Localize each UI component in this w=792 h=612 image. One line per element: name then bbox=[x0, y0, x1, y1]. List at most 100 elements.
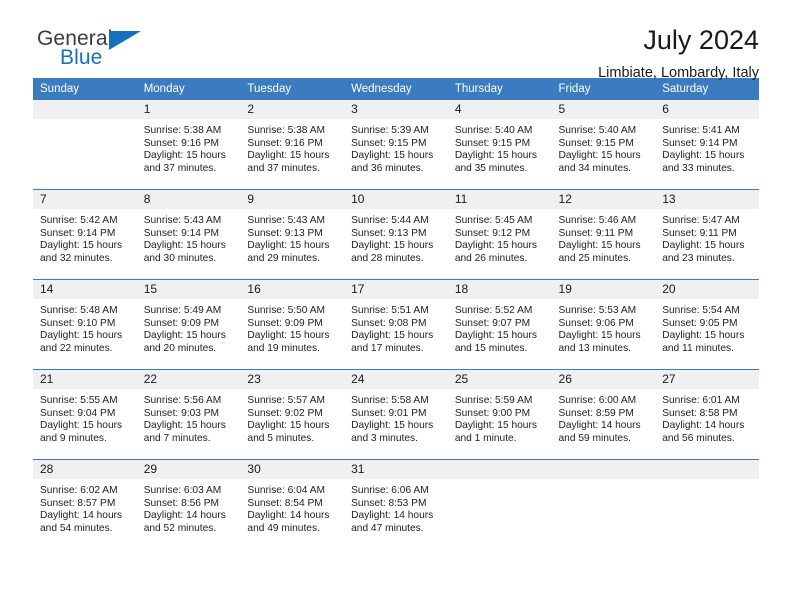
day-cell-content bbox=[655, 460, 759, 549]
day-info-line: Daylight: 15 hours bbox=[143, 420, 226, 432]
day-info-line: Daylight: 15 hours bbox=[40, 330, 123, 342]
day-info-line: Sunrise: 5:49 AM bbox=[143, 305, 222, 316]
day-info-line: Sunrise: 6:02 AM bbox=[40, 485, 118, 496]
day-info-line: Daylight: 15 hours bbox=[351, 150, 434, 162]
day-info-line: and 37 minutes. bbox=[143, 162, 217, 174]
calendar-day-cell[interactable]: 31 Sunrise: 6:06 AM Sunset: 8:53 PM Dayligh… bbox=[344, 459, 448, 549]
day-info-line: Daylight: 15 hours bbox=[247, 150, 330, 162]
calendar-day-cell[interactable]: 10 Sunrise: 5:44 AM Sunset: 9:13 PM Dayligh… bbox=[344, 189, 448, 280]
day-info-line: and 19 minutes. bbox=[247, 342, 320, 354]
calendar-day-cell[interactable]: 22 Sunrise: 5:56 AM Sunset: 9:03 PM Dayligh… bbox=[136, 369, 241, 460]
calendar-day-cell[interactable]: 5 Sunrise: 5:40 AM Sunset: 9:15 PM Daylight… bbox=[551, 100, 656, 190]
calendar-day-cell[interactable]: 6 Sunrise: 5:41 AM Sunset: 9:14 PM Daylight… bbox=[655, 100, 759, 190]
calendar-day-cell[interactable]: 12 Sunrise: 5:46 AM Sunset: 9:11 PM Dayligh… bbox=[551, 189, 656, 280]
calendar-day-cell[interactable]: 26 Sunrise: 6:00 AM Sunset: 8:59 PM Dayligh… bbox=[551, 369, 656, 460]
day-sun-info: Sunrise: 6:02 AM Sunset: 8:57 PM Daylight:… bbox=[33, 479, 137, 535]
calendar-day-cell[interactable]: 1 Sunrise: 5:38 AM Sunset: 9:16 PM Daylight… bbox=[136, 100, 241, 190]
day-cell-content: 12 Sunrise: 5:46 AM Sunset: 9:11 PM Dayligh… bbox=[551, 190, 656, 279]
day-number: 14 bbox=[33, 280, 137, 299]
day-cell-content: 6 Sunrise: 5:41 AM Sunset: 9:14 PM Daylight… bbox=[655, 100, 759, 189]
calendar-day-cell[interactable]: 25 Sunrise: 5:59 AM Sunset: 9:00 PM Dayligh… bbox=[447, 369, 552, 460]
calendar-day-cell[interactable]: 3 Sunrise: 5:39 AM Sunset: 9:15 PM Daylight… bbox=[344, 100, 448, 190]
brand-name-blue: Blue bbox=[60, 46, 103, 69]
day-info-line: Sunset: 9:10 PM bbox=[40, 317, 116, 329]
day-info-line: Sunrise: 5:43 AM bbox=[247, 215, 325, 226]
day-info-line: Sunrise: 5:54 AM bbox=[662, 305, 740, 316]
day-sun-info: Sunrise: 6:06 AM Sunset: 8:53 PM Daylight:… bbox=[344, 479, 448, 535]
day-number: 22 bbox=[136, 370, 241, 389]
calendar-day-cell[interactable]: 14 Sunrise: 5:48 AM Sunset: 9:10 PM Dayligh… bbox=[33, 279, 137, 370]
day-number: 11 bbox=[447, 190, 552, 209]
day-info-line: and 1 minute. bbox=[454, 432, 517, 444]
day-info-line: Daylight: 15 hours bbox=[662, 150, 745, 162]
calendar-day-cell[interactable]: 18 Sunrise: 5:52 AM Sunset: 9:07 PM Dayligh… bbox=[447, 279, 552, 370]
day-info-line: Sunset: 9:03 PM bbox=[143, 407, 220, 419]
day-info-line: and 56 minutes. bbox=[662, 432, 735, 444]
day-cell-content bbox=[447, 460, 552, 549]
day-sun-info: Sunrise: 5:56 AM Sunset: 9:03 PM Daylight:… bbox=[137, 389, 241, 445]
calendar-page: General Blue July 2024 Limbiate, Lombard… bbox=[0, 0, 792, 612]
calendar-day-cell[interactable]: 23 Sunrise: 5:57 AM Sunset: 9:02 PM Dayligh… bbox=[240, 369, 345, 460]
day-cell-content: 2 Sunrise: 5:38 AM Sunset: 9:16 PM Daylight… bbox=[240, 100, 345, 189]
day-info-line: and 17 minutes. bbox=[351, 342, 424, 354]
day-number: 23 bbox=[240, 370, 345, 389]
brand-logo[interactable]: General Blue bbox=[33, 26, 213, 78]
day-info-line: Sunrise: 5:52 AM bbox=[454, 305, 533, 316]
day-sun-info: Sunrise: 6:04 AM Sunset: 8:54 PM Daylight:… bbox=[240, 479, 344, 535]
day-cell-content: 21 Sunrise: 5:55 AM Sunset: 9:04 PM Dayligh… bbox=[33, 370, 137, 459]
calendar-day-cell[interactable]: 27 Sunrise: 6:01 AM Sunset: 8:58 PM Dayligh… bbox=[655, 369, 759, 460]
calendar-day-cell[interactable]: 11 Sunrise: 5:45 AM Sunset: 9:12 PM Dayligh… bbox=[447, 189, 552, 280]
triangle-flag-icon bbox=[109, 31, 141, 50]
day-number bbox=[447, 460, 552, 479]
day-number: 2 bbox=[240, 100, 345, 119]
day-number: 15 bbox=[136, 280, 241, 299]
calendar-day-cell[interactable]: 13 Sunrise: 5:47 AM Sunset: 9:11 PM Dayligh… bbox=[655, 189, 759, 280]
day-number: 29 bbox=[136, 460, 241, 479]
calendar-day-cell[interactable]: 7 Sunrise: 5:42 AM Sunset: 9:14 PM Daylight… bbox=[33, 189, 137, 280]
day-cell-content bbox=[33, 100, 137, 189]
day-number: 31 bbox=[344, 460, 448, 479]
calendar-day-cell[interactable]: 21 Sunrise: 5:55 AM Sunset: 9:04 PM Dayligh… bbox=[33, 369, 137, 460]
day-info-line: Sunset: 8:54 PM bbox=[247, 497, 323, 509]
calendar-day-cell[interactable]: 24 Sunrise: 5:58 AM Sunset: 9:01 PM Dayligh… bbox=[344, 369, 448, 460]
day-info-line: Daylight: 15 hours bbox=[351, 330, 434, 342]
day-info-line: Daylight: 15 hours bbox=[454, 150, 537, 162]
day-info-line: Sunrise: 6:06 AM bbox=[351, 485, 429, 496]
day-sun-info: Sunrise: 6:03 AM Sunset: 8:56 PM Daylight:… bbox=[137, 479, 241, 535]
day-info-line: Sunrise: 5:43 AM bbox=[143, 215, 222, 226]
day-info-line: Sunset: 9:16 PM bbox=[143, 137, 220, 149]
day-sun-info: Sunrise: 5:45 AM Sunset: 9:12 PM Daylight:… bbox=[448, 209, 552, 265]
day-info-line: Sunset: 8:56 PM bbox=[143, 497, 220, 509]
calendar-day-cell[interactable]: 9 Sunrise: 5:43 AM Sunset: 9:13 PM Daylight… bbox=[240, 189, 345, 280]
calendar-day-cell[interactable]: 16 Sunrise: 5:50 AM Sunset: 9:09 PM Dayligh… bbox=[240, 279, 345, 370]
calendar-day-cell[interactable]: 30 Sunrise: 6:04 AM Sunset: 8:54 PM Dayligh… bbox=[240, 459, 345, 549]
day-info-line: and 54 minutes. bbox=[40, 522, 113, 534]
calendar-day-cell[interactable]: 20 Sunrise: 5:54 AM Sunset: 9:05 PM Dayligh… bbox=[655, 279, 759, 370]
calendar-day-cell[interactable]: 19 Sunrise: 5:53 AM Sunset: 9:06 PM Dayligh… bbox=[551, 279, 656, 370]
calendar-day-cell[interactable]: 15 Sunrise: 5:49 AM Sunset: 9:09 PM Dayligh… bbox=[136, 279, 241, 370]
day-info-line: Sunset: 9:12 PM bbox=[454, 227, 531, 239]
day-sun-info: Sunrise: 5:46 AM Sunset: 9:11 PM Daylight:… bbox=[552, 209, 656, 265]
day-cell-content: 24 Sunrise: 5:58 AM Sunset: 9:01 PM Dayligh… bbox=[344, 370, 448, 459]
day-info-line: and 33 minutes. bbox=[662, 162, 735, 174]
day-info-line: Sunrise: 5:50 AM bbox=[247, 305, 325, 316]
day-info-line: Sunset: 8:58 PM bbox=[662, 407, 738, 419]
day-info-line: Daylight: 14 hours bbox=[662, 420, 745, 432]
weekday-header-wednesday: Wednesday bbox=[344, 78, 448, 100]
day-number: 13 bbox=[655, 190, 759, 209]
calendar-day-cell[interactable]: 2 Sunrise: 5:38 AM Sunset: 9:16 PM Daylight… bbox=[240, 100, 345, 190]
day-info-line: Sunset: 9:11 PM bbox=[662, 227, 737, 239]
day-sun-info: Sunrise: 6:01 AM Sunset: 8:58 PM Daylight:… bbox=[655, 389, 759, 445]
weekday-header-sunday: Sunday bbox=[33, 78, 137, 100]
calendar-day-cell[interactable]: 28 Sunrise: 6:02 AM Sunset: 8:57 PM Dayligh… bbox=[33, 459, 137, 549]
calendar-day-cell[interactable]: 17 Sunrise: 5:51 AM Sunset: 9:08 PM Dayligh… bbox=[344, 279, 448, 370]
calendar-day-cell[interactable]: 4 Sunrise: 5:40 AM Sunset: 9:15 PM Daylight… bbox=[447, 100, 552, 190]
day-cell-content: 19 Sunrise: 5:53 AM Sunset: 9:06 PM Dayligh… bbox=[551, 280, 656, 369]
day-number: 3 bbox=[344, 100, 448, 119]
calendar-day-cell[interactable]: 29 Sunrise: 6:03 AM Sunset: 8:56 PM Dayligh… bbox=[136, 459, 241, 549]
calendar-day-cell[interactable]: 8 Sunrise: 5:43 AM Sunset: 9:14 PM Daylight… bbox=[136, 189, 241, 280]
day-info-line: and 25 minutes. bbox=[558, 252, 632, 264]
day-info-line: Daylight: 15 hours bbox=[40, 240, 123, 252]
day-number: 6 bbox=[655, 100, 759, 119]
day-number: 19 bbox=[551, 280, 656, 299]
